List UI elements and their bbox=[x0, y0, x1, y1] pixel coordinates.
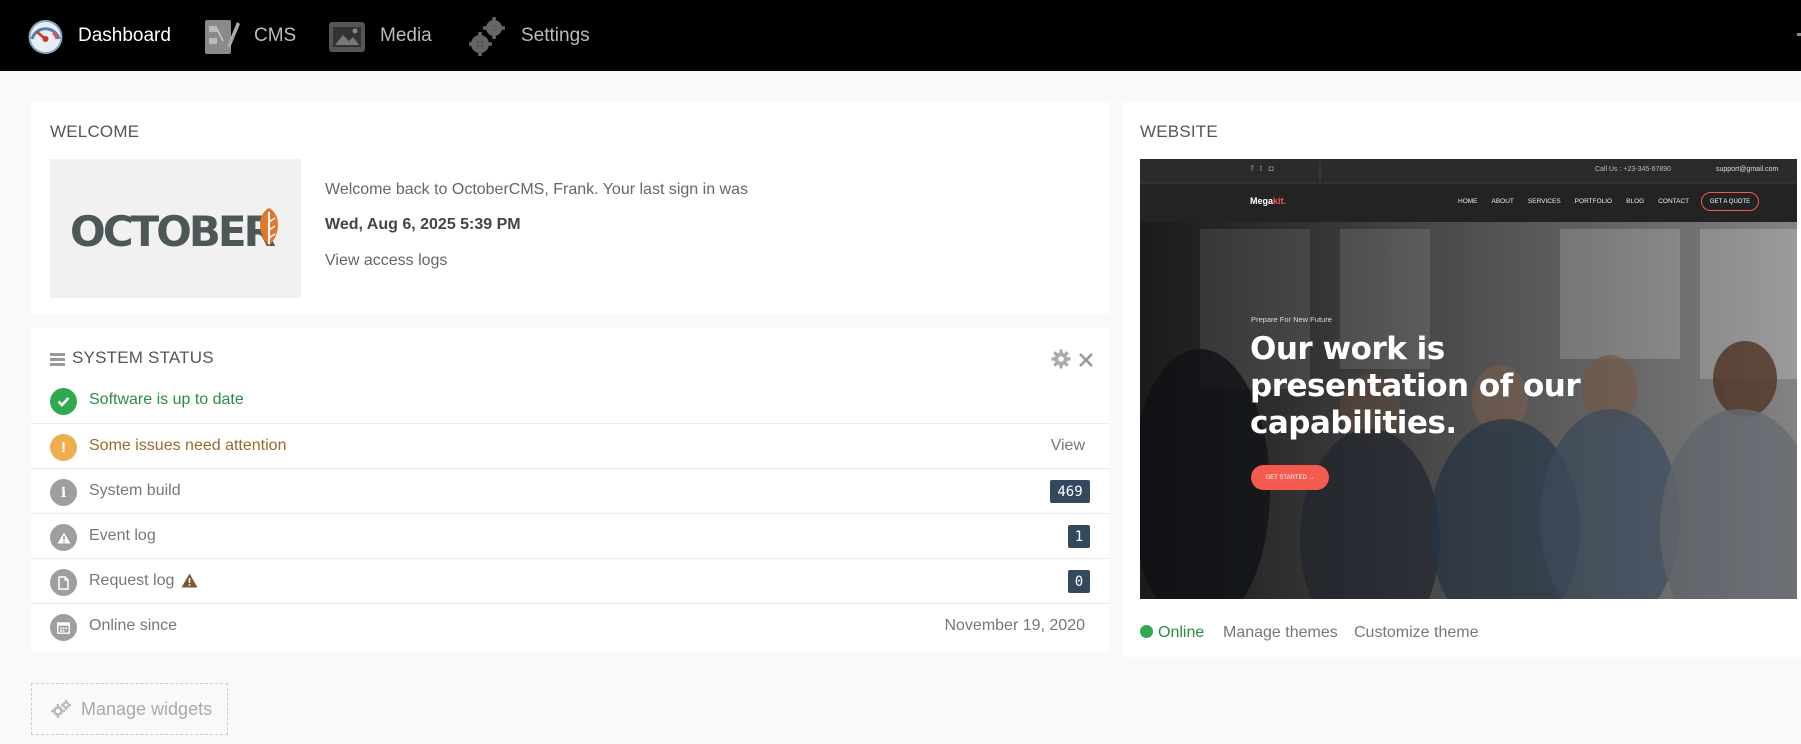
logo-wordmark: OCTOBER bbox=[70, 207, 276, 256]
october-logo: OCTOBER bbox=[50, 159, 301, 298]
welcome-title: WELCOME bbox=[50, 122, 140, 141]
nav-label: Media bbox=[380, 24, 432, 46]
preview-menu: HOME ABOUT SERVICES PORTFOLIO BLOG CONTA… bbox=[1458, 198, 1689, 205]
nav-overflow-mark bbox=[1797, 33, 1801, 36]
last-signin-date: Wed, Aug 6, 2025 5:39 PM bbox=[325, 216, 521, 233]
preview-headline: Our work is presentation of our capabili… bbox=[1250, 331, 1581, 442]
calendar-icon bbox=[50, 614, 77, 641]
warning-icon bbox=[50, 524, 77, 551]
nav-label: Dashboard bbox=[78, 24, 171, 46]
preview-headline-line: Our work is bbox=[1250, 331, 1445, 367]
preview-menu-item: ABOUT bbox=[1491, 198, 1514, 205]
status-row-request-log[interactable]: Request log 0 bbox=[31, 558, 1109, 603]
preview-headline-line: presentation of our bbox=[1250, 368, 1581, 404]
preview-brand-a: Mega bbox=[1250, 196, 1274, 206]
request-log-warning-icon bbox=[181, 573, 198, 593]
preview-get-started-button: GET STARTED → bbox=[1251, 465, 1329, 490]
system-status-title: SYSTEM STATUS bbox=[72, 348, 214, 367]
top-navigation: Dashboard CMS Media Settings bbox=[0, 0, 1801, 71]
file-icon bbox=[50, 569, 77, 596]
nav-item-media[interactable]: Media bbox=[328, 0, 432, 71]
manage-widgets-button[interactable]: Manage widgets bbox=[31, 683, 228, 735]
website-preview[interactable]: f t ◘ Call Us : +23-345-67890 support@gm… bbox=[1140, 159, 1797, 599]
preview-menu-item: SERVICES bbox=[1527, 198, 1561, 205]
preview-contact-email: support@gmail.com bbox=[1716, 166, 1779, 173]
website-panel: WEBSITE f t ◘ Call Us: +23-345-67890 su… bbox=[1123, 102, 1801, 657]
manage-themes-link[interactable]: Manage themes bbox=[1223, 624, 1338, 642]
preview-social-icons: f t ◘ bbox=[1251, 164, 1274, 173]
preview-menu-item: HOME bbox=[1458, 198, 1478, 205]
status-label: Event log bbox=[89, 527, 156, 544]
nav-label: CMS bbox=[254, 24, 297, 46]
build-badge: 469 bbox=[1050, 480, 1090, 503]
media-icon bbox=[329, 21, 365, 52]
system-status-panel: SYSTEM STATUS Software is up to date ! S… bbox=[31, 328, 1109, 652]
online-since-date: November 19, 2020 bbox=[944, 617, 1085, 634]
welcome-panel: WELCOME OCTOBER Welcome back to OctoberC… bbox=[31, 102, 1109, 314]
online-dot-icon bbox=[1140, 625, 1153, 638]
nav-label: Settings bbox=[521, 24, 590, 46]
check-icon bbox=[50, 388, 77, 415]
welcome-message: Welcome back to OctoberCMS, Frank. Your … bbox=[325, 181, 748, 198]
preview-kicker: Prepare For New Future bbox=[1251, 315, 1332, 324]
preview-contact-phone: Call Us : +23-345-67890 bbox=[1595, 166, 1672, 173]
speedometer-icon bbox=[28, 20, 63, 54]
view-access-logs-link[interactable]: View access logs bbox=[325, 252, 447, 270]
preview-cta-button: GET A QUOTE bbox=[1701, 192, 1759, 211]
status-row-issues: ! Some issues need attention View bbox=[31, 423, 1109, 468]
preview-headline-line: capabilities. bbox=[1250, 405, 1457, 441]
status-row-build: i System build 469 bbox=[31, 468, 1109, 513]
close-icon[interactable] bbox=[1079, 353, 1093, 372]
cms-icon bbox=[205, 19, 240, 54]
drag-handle-icon[interactable] bbox=[50, 353, 65, 366]
online-label: Online bbox=[1158, 624, 1205, 641]
preview-menu-item: CONTACT bbox=[1658, 198, 1690, 205]
event-log-badge: 1 bbox=[1068, 525, 1090, 548]
status-label: Request log bbox=[89, 572, 175, 589]
status-row-software: Software is up to date bbox=[31, 378, 1109, 423]
gears-icon bbox=[51, 700, 71, 718]
nav-item-dashboard[interactable]: Dashboard bbox=[27, 0, 171, 71]
customize-theme-link[interactable]: Customize theme bbox=[1354, 624, 1479, 642]
preview-menu-item: PORTFOLIO bbox=[1574, 198, 1613, 205]
status-row-online-since: Online since November 19, 2020 bbox=[31, 603, 1109, 648]
website-title: WEBSITE bbox=[1140, 122, 1218, 141]
online-status: Online bbox=[1140, 624, 1204, 642]
status-label: Online since bbox=[89, 617, 178, 634]
status-label: Software is up to date bbox=[89, 391, 244, 408]
manage-widgets-label: Manage widgets bbox=[81, 698, 213, 719]
status-label: Some issues need attention bbox=[89, 437, 287, 454]
gear-icon[interactable] bbox=[1051, 349, 1071, 374]
request-log-badge: 0 bbox=[1068, 570, 1090, 593]
status-label: System build bbox=[89, 482, 181, 499]
nav-item-settings[interactable]: Settings bbox=[469, 0, 590, 71]
status-row-event-log[interactable]: Event log 1 bbox=[31, 513, 1109, 558]
gears-icon bbox=[469, 16, 505, 56]
view-issues-link[interactable]: View bbox=[1051, 437, 1085, 455]
nav-item-cms[interactable]: CMS bbox=[203, 0, 296, 71]
preview-brand-b: kit. bbox=[1273, 196, 1287, 206]
preview-menu-item: BLOG bbox=[1626, 198, 1645, 205]
exclamation-icon: ! bbox=[50, 434, 77, 461]
preview-brand: Megakit. bbox=[1250, 196, 1286, 206]
info-icon: i bbox=[50, 479, 77, 506]
